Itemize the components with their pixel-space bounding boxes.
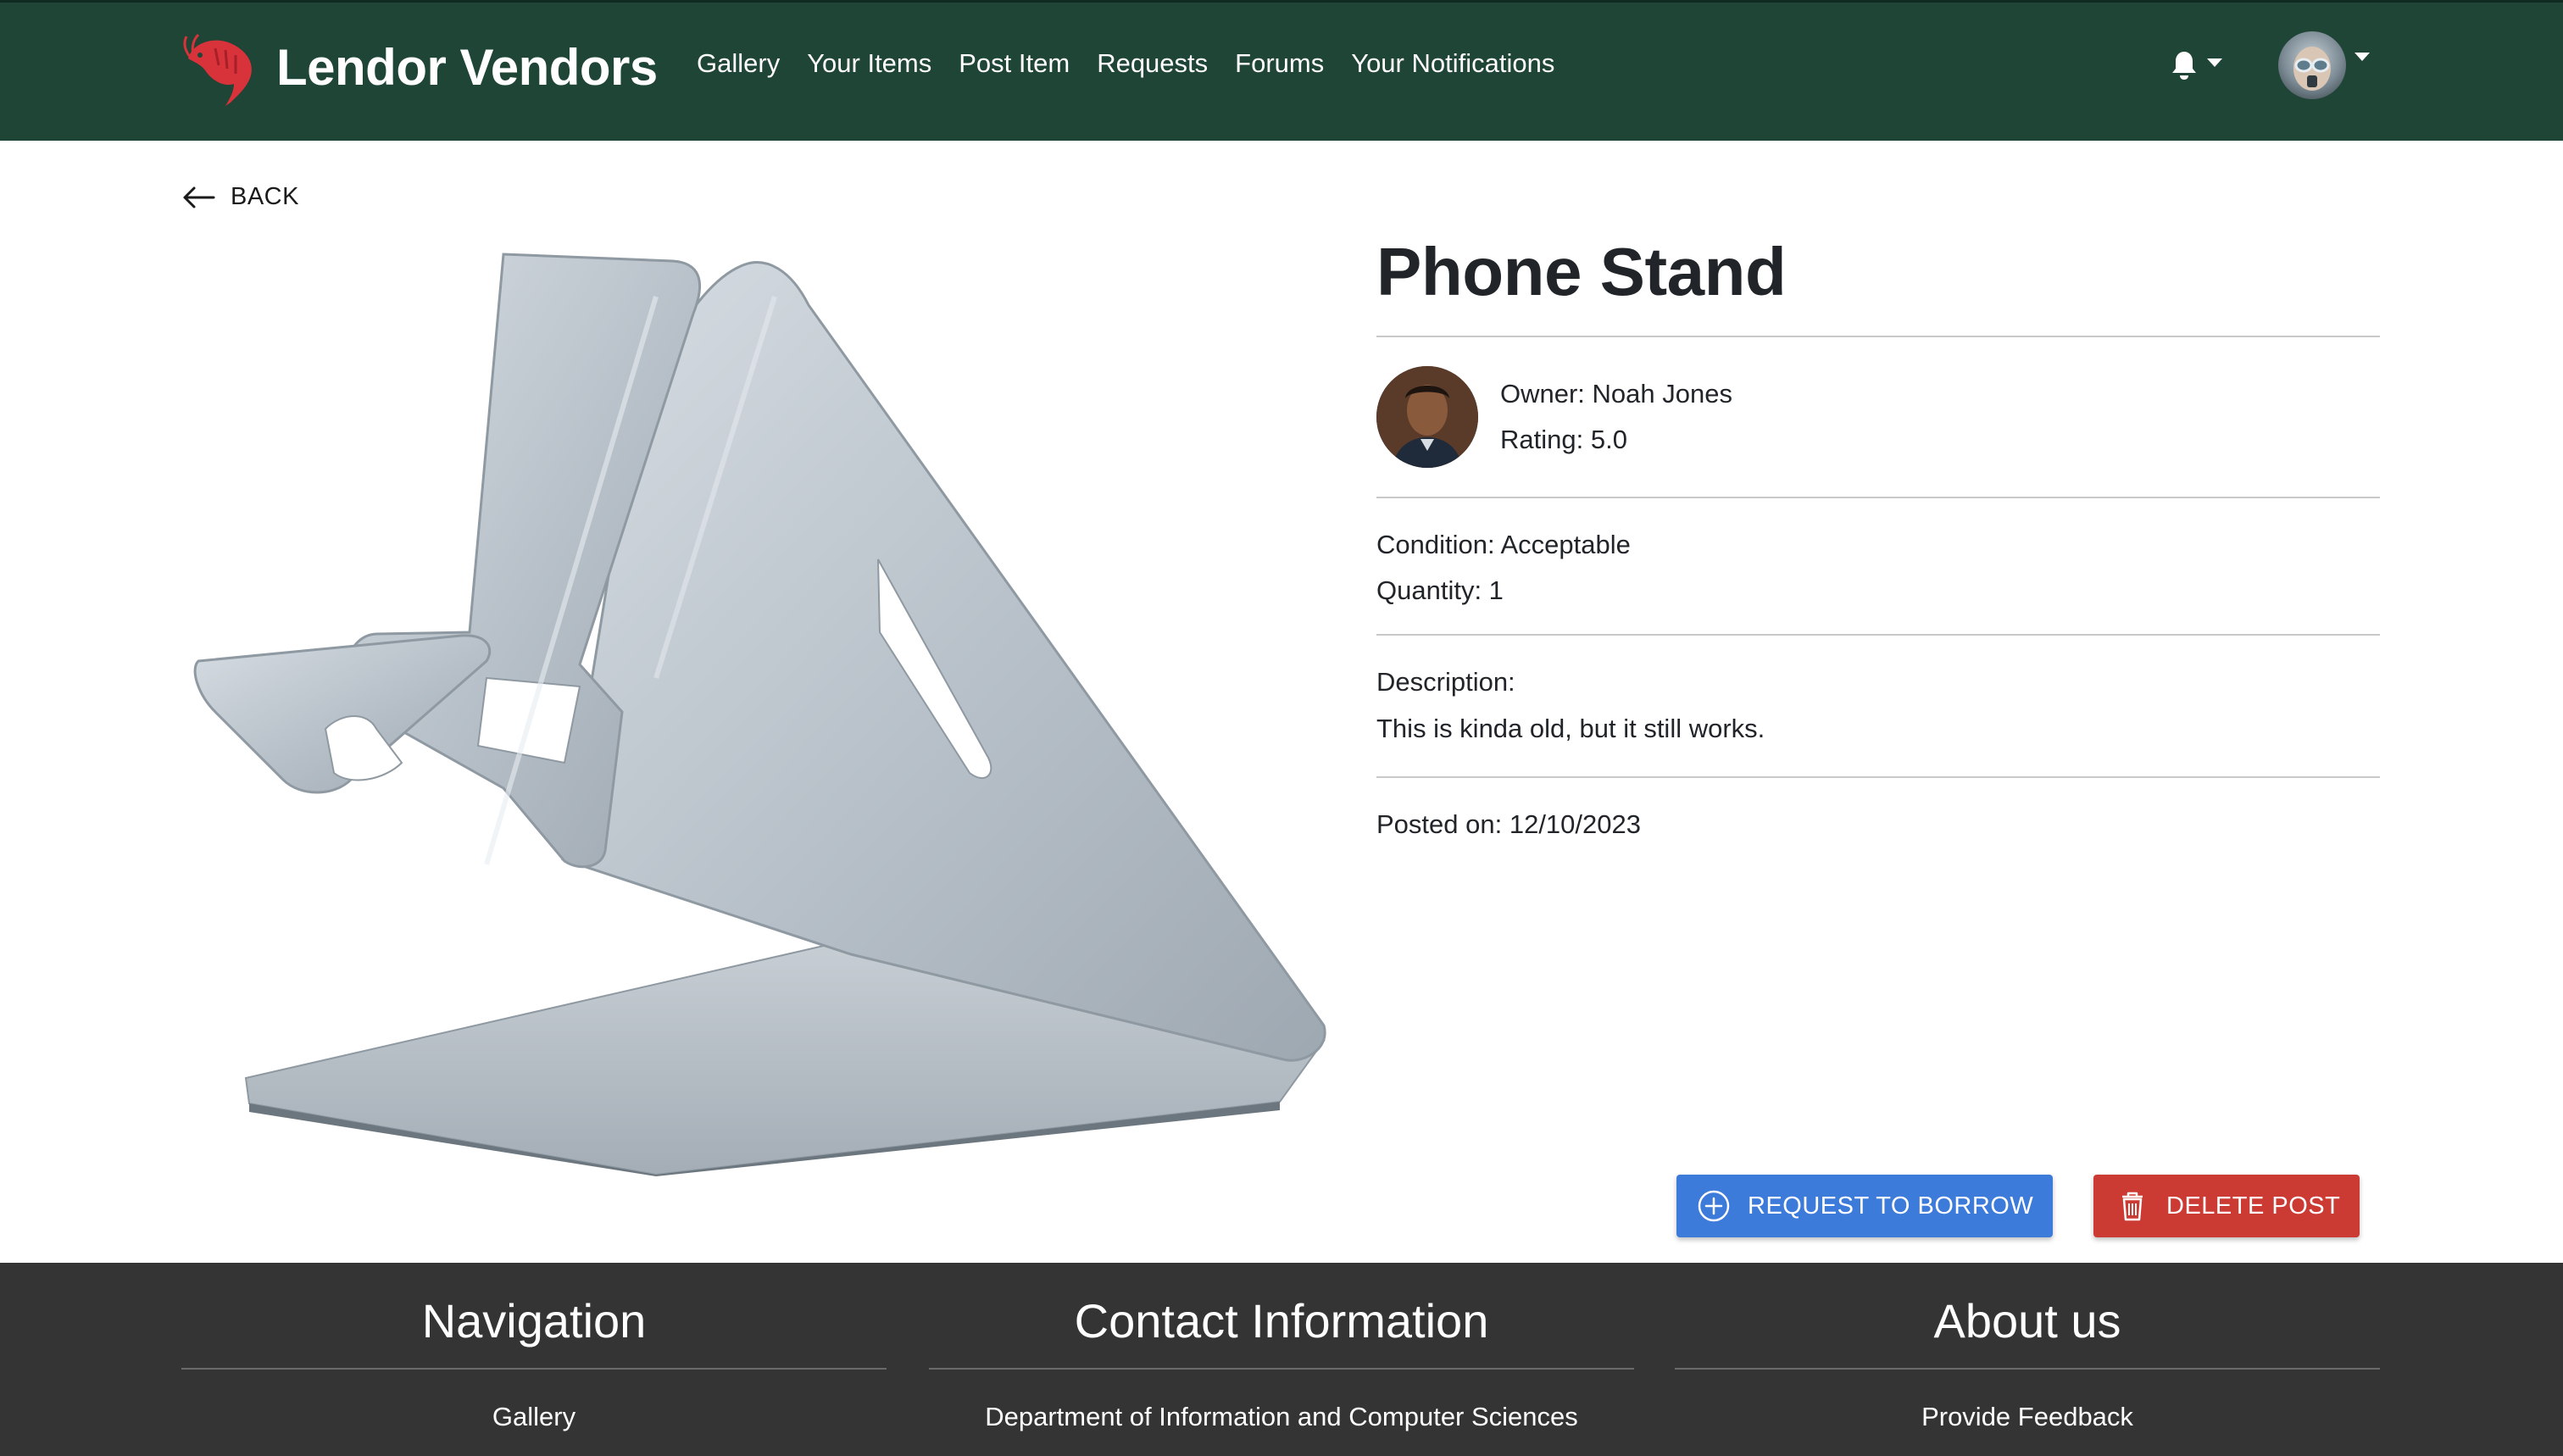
footer-link-gallery[interactable]: Gallery <box>181 1402 887 1432</box>
navbar: Lendor Vendors Gallery Your Items Post I… <box>0 0 2563 141</box>
owner-photo-icon <box>1376 366 1478 468</box>
divider <box>181 1368 887 1370</box>
footer-navigation: Navigation Gallery <box>181 1263 887 1432</box>
brand[interactable]: Lendor Vendors <box>181 23 658 111</box>
request-to-borrow-button[interactable]: REQUEST TO BORROW <box>1676 1175 2053 1237</box>
nav-requests[interactable]: Requests <box>1097 48 1208 79</box>
footer-contact-department: Department of Information and Computer S… <box>985 1402 1578 1431</box>
brand-name: Lendor Vendors <box>276 38 658 96</box>
nav-post-item[interactable]: Post Item <box>959 48 1070 79</box>
owner-avatar[interactable] <box>1376 366 1478 468</box>
profile-dropdown[interactable] <box>2278 31 2370 99</box>
back-button[interactable]: BACK <box>181 183 299 211</box>
footer-contact: Contact Information Department of Inform… <box>929 1263 1634 1432</box>
owner-text: Owner: Noah Jones Rating: 5.0 <box>1500 371 1732 463</box>
owner-rating: Rating: 5.0 <box>1500 425 1627 454</box>
shrimp-logo-icon <box>183 33 252 106</box>
item-meta: Condition: Acceptable Quantity: 1 <box>1376 498 2380 634</box>
nav-gallery[interactable]: Gallery <box>697 48 780 79</box>
nav-your-notifications[interactable]: Your Notifications <box>1351 48 1554 79</box>
chevron-down-icon <box>2207 58 2222 67</box>
request-to-borrow-label: REQUEST TO BORROW <box>1748 1192 2034 1220</box>
item-quantity: Quantity: 1 <box>1376 575 1504 605</box>
footer-contact-title: Contact Information <box>1074 1294 1489 1348</box>
trash-icon <box>2122 1192 2143 1221</box>
description-label: Description: <box>1376 667 1515 697</box>
footer-about: About us Provide Feedback <box>1675 1263 2380 1432</box>
main-nav: Gallery Your Items Post Item Requests Fo… <box>697 48 1582 79</box>
nav-your-items[interactable]: Your Items <box>807 48 931 79</box>
footer: Navigation Gallery Contact Information D… <box>0 1263 2563 1456</box>
item-description: Description: This is kinda old, but it s… <box>1376 636 2380 776</box>
delete-post-label: DELETE POST <box>2166 1192 2341 1220</box>
arrow-left-icon <box>183 186 215 208</box>
footer-about-title: About us <box>1933 1294 2121 1348</box>
profile-photo-icon <box>2293 47 2331 91</box>
notifications-dropdown[interactable] <box>2170 50 2222 81</box>
bell-icon <box>2172 52 2196 80</box>
owner-name: Owner: Noah Jones <box>1500 379 1732 408</box>
plus-circle-icon <box>1698 1190 1730 1222</box>
owner-info: Owner: Noah Jones Rating: 5.0 <box>1376 337 2380 497</box>
posted-date: Posted on: 12/10/2023 <box>1376 809 1641 839</box>
divider <box>929 1368 1634 1370</box>
nav-forums[interactable]: Forums <box>1235 48 1324 79</box>
footer-navigation-title: Navigation <box>421 1294 647 1348</box>
divider <box>1675 1368 2380 1370</box>
footer-link-provide-feedback[interactable]: Provide Feedback <box>1675 1402 2380 1432</box>
product-image <box>193 253 1326 1176</box>
delete-post-button[interactable]: DELETE POST <box>2093 1175 2360 1237</box>
back-label: BACK <box>231 183 299 210</box>
item-condition: Condition: Acceptable <box>1376 530 1631 559</box>
avatar <box>2278 31 2346 99</box>
item-details: Phone Stand Owner: Noah Jones Rating: 5.… <box>1376 227 2380 847</box>
chevron-down-icon <box>2355 53 2370 61</box>
item-title: Phone Stand <box>1376 234 1787 309</box>
description-text: This is kinda old, but it still works. <box>1376 714 1765 743</box>
